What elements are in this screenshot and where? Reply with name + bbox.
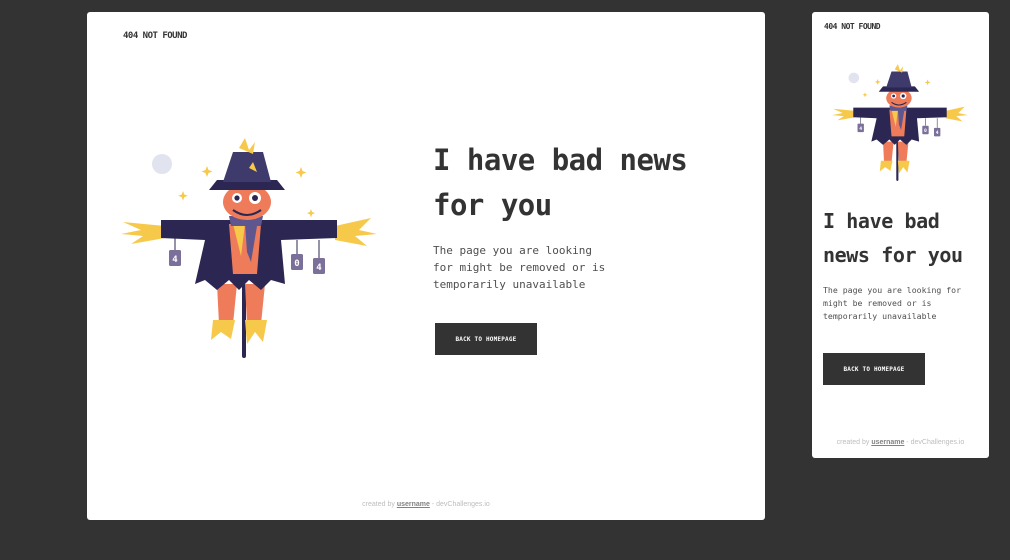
description: The page you are looking for might be re…: [433, 242, 623, 293]
brand-title: 404 NOT FOUND: [123, 31, 187, 41]
footer-prefix: created by: [362, 501, 397, 508]
description-line-3: temporarily unavailable: [823, 311, 937, 321]
back-to-homepage-button[interactable]: BACK TO HOMEPAGE: [435, 323, 537, 355]
description-line-3: temporarily unavailable: [433, 278, 586, 291]
can-label-1: 4: [859, 126, 862, 132]
can-label-2: 0: [294, 259, 299, 269]
description: The page you are looking for might be re…: [823, 284, 978, 323]
mobile-preview-card: 404 NOT FOUND 4 0 4 I have bad news for …: [812, 12, 989, 458]
footer-prefix: created by: [836, 439, 872, 446]
headline: I have bad news for you: [433, 138, 733, 228]
brand-title: 404 NOT FOUND: [824, 22, 881, 31]
back-to-homepage-button[interactable]: BACK TO HOMEPAGE: [823, 353, 925, 385]
scarecrow-illustration: 4 0 4: [121, 134, 377, 360]
footer-credit: created by username - devChallenges.io: [87, 501, 765, 508]
headline-line-1: I have bad: [823, 209, 940, 233]
can-label-3: 4: [316, 263, 322, 273]
footer-suffix: - devChallenges.io: [904, 439, 965, 446]
description-line-1: The page you are looking: [433, 244, 592, 257]
footer-username-link[interactable]: username: [397, 501, 430, 508]
can-label-1: 4: [172, 255, 178, 265]
headline-line-1: I have bad news: [433, 143, 688, 177]
description-line-1: The page you are looking for: [823, 285, 962, 295]
desktop-preview-card: 404 NOT FOUND 4 0 4 I have bad news for …: [87, 12, 765, 520]
headline-line-2: for you: [433, 188, 552, 222]
footer-username-link[interactable]: username: [871, 439, 904, 446]
scarecrow-illustration: 4 0 4: [832, 62, 968, 182]
description-line-2: for might be removed or is: [433, 261, 606, 274]
can-label-3: 4: [936, 130, 939, 136]
description-line-2: might be removed or is: [823, 298, 932, 308]
headline: I have bad news for you: [823, 204, 987, 272]
scarecrow-icon: 4 0 4: [832, 64, 968, 181]
headline-line-2: news for you: [823, 243, 963, 267]
can-label-2: 0: [924, 128, 927, 134]
footer-suffix: - devChallenges.io: [429, 501, 490, 508]
scarecrow-icon: 4 0 4: [121, 138, 377, 358]
footer-credit: created by username - devChallenges.io: [812, 439, 989, 446]
